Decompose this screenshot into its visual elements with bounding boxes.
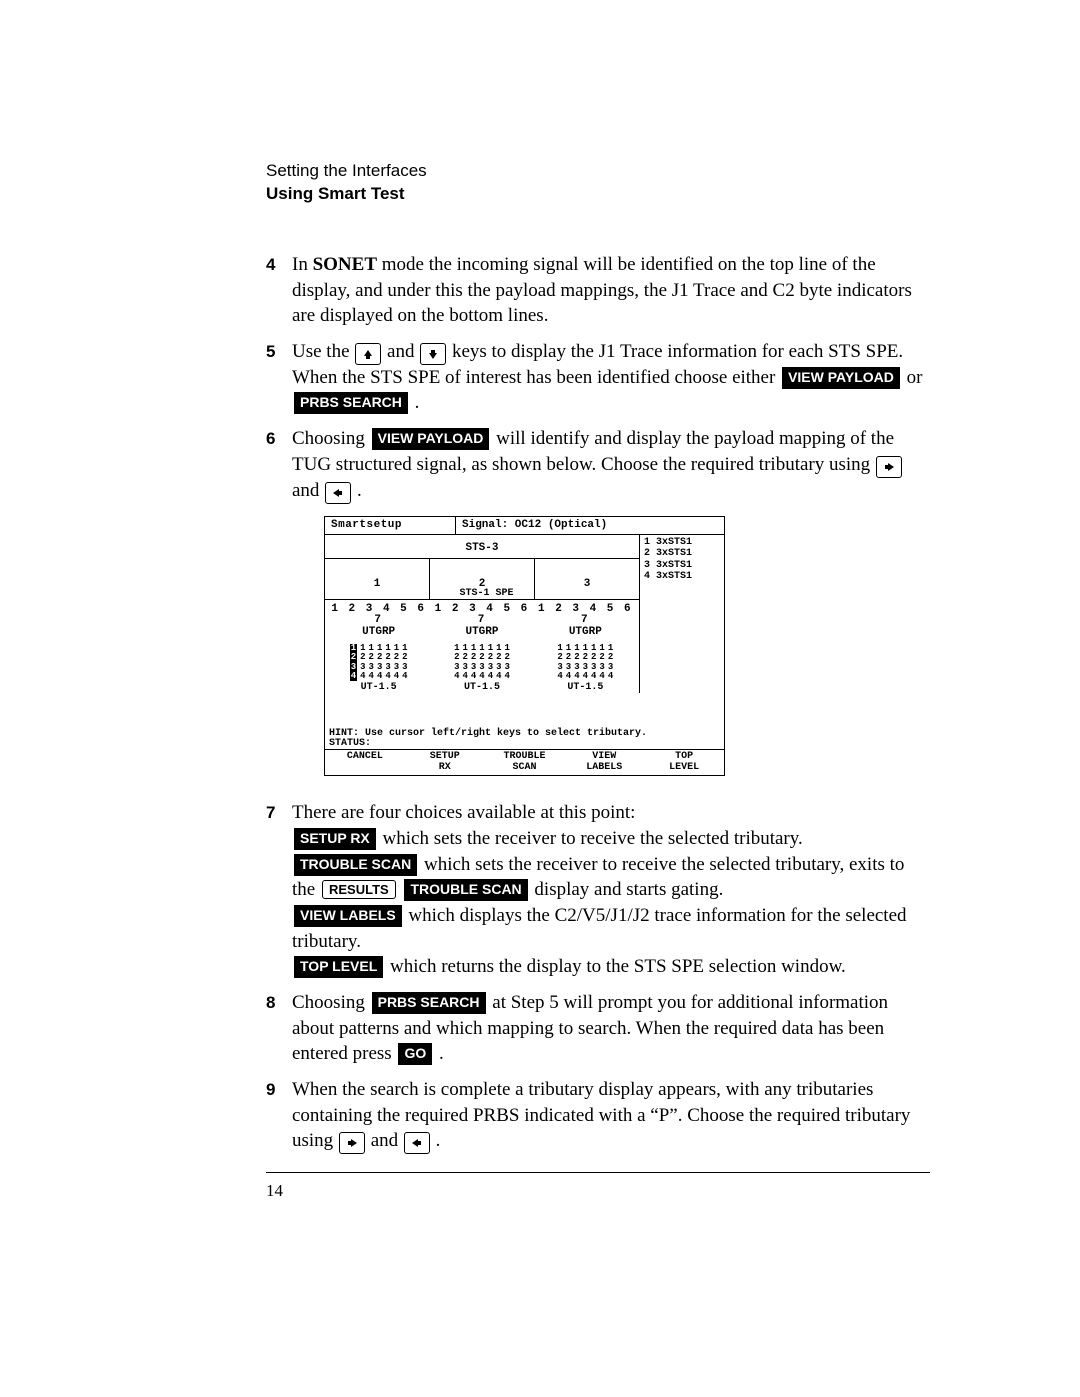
text: . bbox=[415, 392, 420, 413]
sc-sts3: STS-3 bbox=[325, 535, 639, 559]
view-labels-label: VIEW LABELS bbox=[294, 905, 402, 927]
text: . bbox=[439, 1043, 444, 1064]
step-body: In SONET mode the incoming signal will b… bbox=[292, 252, 930, 329]
text: . bbox=[357, 480, 362, 501]
step-9: 9 When the search is complete a tributar… bbox=[266, 1077, 930, 1154]
text: and bbox=[387, 341, 419, 362]
sc-ut15: UT-1.5 bbox=[329, 683, 428, 693]
step-7: 7 There are four choices available at th… bbox=[266, 800, 930, 979]
sc-sk-setup-rx: SETUP RX bbox=[405, 750, 485, 775]
text: Choosing bbox=[292, 992, 370, 1013]
text: In bbox=[292, 254, 313, 275]
arrow-down-key bbox=[420, 343, 446, 365]
text: There are four choices available at this… bbox=[292, 802, 635, 823]
step-body: Use the and keys to display the J1 Trace… bbox=[292, 339, 930, 416]
prbs-search-label: PRBS SEARCH bbox=[294, 392, 408, 414]
section-header-2: Using Smart Test bbox=[266, 183, 930, 206]
arrow-up-key bbox=[355, 343, 381, 365]
instrument-screenshot: Smartsetup Signal: OC12 (Optical) STS-3 … bbox=[324, 516, 725, 777]
sc-sk-trouble-scan: TROUBLE SCAN bbox=[485, 750, 565, 775]
step-body: Choosing PRBS SEARCH at Step 5 will prom… bbox=[292, 990, 930, 1067]
step-number: 6 bbox=[266, 426, 292, 451]
step-number: 4 bbox=[266, 252, 292, 277]
page-number: 14 bbox=[266, 1181, 283, 1200]
sc-sk-top-level: TOP LEVEL bbox=[644, 750, 724, 775]
step-number: 9 bbox=[266, 1077, 292, 1102]
trouble-scan-label: TROUBLE SCAN bbox=[294, 854, 417, 876]
go-label: GO bbox=[398, 1043, 432, 1065]
sc-utgrp: UTGRP bbox=[329, 627, 428, 638]
text: which sets the receiver to receive the s… bbox=[383, 828, 803, 849]
sc-tributary-area: 1 2 3 4 5 6 7 UTGRP 1 2 3 4 1 2 3 4 1 2 … bbox=[325, 600, 639, 694]
top-level-label: TOP LEVEL bbox=[294, 956, 383, 978]
trouble-scan-label-2: TROUBLE SCAN bbox=[404, 879, 527, 901]
arrow-left-key bbox=[404, 1132, 430, 1154]
arrow-left-key bbox=[325, 482, 351, 504]
text: Choosing bbox=[292, 428, 370, 449]
sc-col-sel: 1 2 3 4 bbox=[350, 644, 357, 682]
sc-body: STS-3 STS-1 SPE 1 2 3 1 2 3 4 5 6 7 bbox=[325, 535, 724, 776]
sc-titlebar: Smartsetup Signal: OC12 (Optical) bbox=[325, 517, 724, 535]
sc-legend: 1 3xSTS1 2 3xSTS1 3 3xSTS1 4 3xSTS1 bbox=[639, 535, 724, 694]
view-payload-label: VIEW PAYLOAD bbox=[372, 428, 490, 450]
sc-title-right: Signal: OC12 (Optical) bbox=[456, 517, 724, 534]
step-number: 8 bbox=[266, 990, 292, 1015]
section-header-1: Setting the Interfaces bbox=[266, 160, 930, 183]
prbs-search-label: PRBS SEARCH bbox=[372, 992, 486, 1014]
view-payload-label: VIEW PAYLOAD bbox=[782, 367, 900, 389]
text: display and starts gating. bbox=[534, 879, 723, 900]
text: and bbox=[371, 1130, 403, 1151]
mode-name: SONET bbox=[313, 254, 377, 275]
arrow-right-key bbox=[339, 1132, 365, 1154]
step-8: 8 Choosing PRBS SEARCH at Step 5 will pr… bbox=[266, 990, 930, 1067]
text: . bbox=[436, 1130, 441, 1151]
step-6: 6 Choosing VIEW PAYLOAD will identify an… bbox=[266, 426, 930, 790]
sc-status: STATUS: bbox=[325, 739, 724, 749]
text: Use the bbox=[292, 341, 354, 362]
sc-sk-cancel: CANCEL bbox=[325, 750, 405, 775]
step-number: 5 bbox=[266, 339, 292, 364]
sc-title-left: Smartsetup bbox=[325, 517, 456, 534]
arrow-right-key bbox=[876, 456, 902, 478]
step-4: 4 In SONET mode the incoming signal will… bbox=[266, 252, 930, 329]
sc-sk-view-labels: VIEW LABELS bbox=[564, 750, 644, 775]
step-5: 5 Use the and keys to display the J1 Tra… bbox=[266, 339, 930, 416]
step-body: There are four choices available at this… bbox=[292, 800, 930, 979]
footer: 14 bbox=[266, 1172, 930, 1201]
sc-softkeys: CANCEL SETUP RX TROUBLE SCAN VIEW LABELS… bbox=[325, 749, 724, 775]
text: or bbox=[907, 367, 923, 388]
steps-list: 4 In SONET mode the incoming signal will… bbox=[266, 252, 930, 1154]
results-key: RESULTS bbox=[322, 880, 396, 899]
sc-hint: HINT: Use cursor left/right keys to sele… bbox=[325, 729, 724, 739]
setup-rx-label: SETUP RX bbox=[294, 828, 376, 850]
step-body: When the search is complete a tributary … bbox=[292, 1077, 930, 1154]
sc-nums: 1 2 3 4 5 6 7 bbox=[329, 604, 428, 626]
step-body: Choosing VIEW PAYLOAD will identify and … bbox=[292, 426, 930, 790]
text: which returns the display to the STS SPE… bbox=[390, 956, 846, 977]
sc-spe-label: STS-1 SPE bbox=[325, 589, 648, 599]
page: Setting the Interfaces Using Smart Test … bbox=[0, 0, 1080, 1397]
text: and bbox=[292, 480, 324, 501]
text: mode the incoming signal will be identif… bbox=[292, 254, 912, 326]
step-number: 7 bbox=[266, 800, 292, 825]
